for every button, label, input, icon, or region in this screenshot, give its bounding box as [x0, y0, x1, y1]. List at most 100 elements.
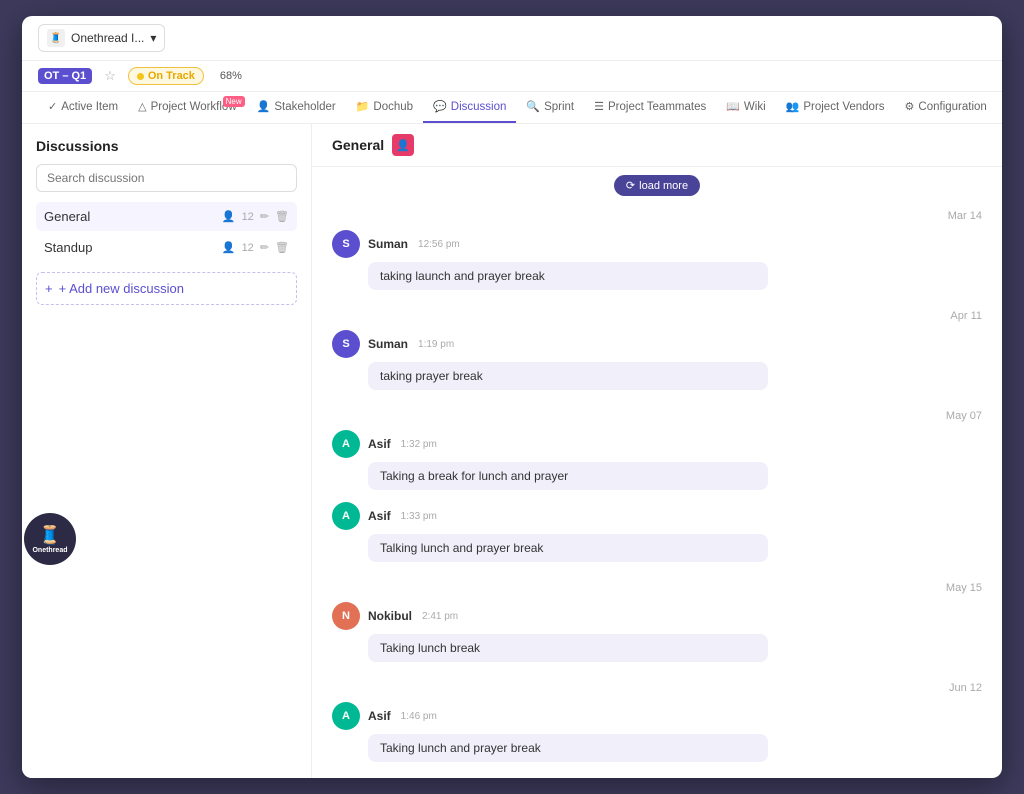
avatar-suman-2: S [332, 330, 360, 358]
edit-icon[interactable]: ✏ [260, 210, 269, 223]
people-icon: 👤 [222, 210, 236, 223]
avatar-nokibul-1: N [332, 602, 360, 630]
load-more-label: load more [639, 180, 688, 192]
date-separator-apr11: Apr 11 [950, 302, 982, 326]
delete-icon-2[interactable]: 🗑 [275, 241, 289, 254]
message-group-5: N Nokibul 2:41 pm Taking lunch break [332, 602, 982, 662]
check-icon: ✓ [48, 100, 57, 113]
load-icon: ⟳ [626, 179, 635, 192]
message-group-4: A Asif 1:33 pm Talking lunch and prayer … [332, 502, 982, 562]
discussion-item-general[interactable]: General 👤 12 ✏ 🗑 [36, 202, 297, 231]
tab-sprint[interactable]: 🔍 Sprint [516, 92, 584, 123]
dochub-icon: 📁 [356, 100, 370, 113]
chat-action-icon: 👤 [396, 139, 410, 152]
workspace-name: Onethread I... [71, 31, 144, 45]
tab-discussion-label: Discussion [451, 101, 507, 113]
status-text: On Track [148, 70, 195, 82]
date-separator-may15: May 15 [946, 574, 982, 598]
tab-configuration-label: Configuration [918, 101, 986, 113]
message-time-6: 1:46 pm [401, 711, 437, 722]
tab-dochub-label: Dochub [373, 101, 413, 113]
chat-header: General 👤 [312, 124, 1002, 167]
chat-title: General [332, 137, 384, 153]
message-sender-1: S Suman 12:56 pm [332, 230, 982, 258]
tab-project-vendors-label: Project Vendors [803, 101, 884, 113]
progress-text: 68% [220, 70, 242, 82]
wiki-icon: 📖 [726, 100, 740, 113]
topbar: 🧵 Onethread I... ▾ [22, 16, 1002, 61]
tab-stakeholder-label: Stakeholder [274, 101, 335, 113]
message-group-1: S Suman 12:56 pm taking launch and praye… [332, 230, 982, 290]
add-discussion-button[interactable]: + + Add new discussion [36, 272, 297, 305]
discussion-list: General 👤 12 ✏ 🗑 Standup 👤 12 ✏ 🗑 [36, 202, 297, 262]
message-group-2: S Suman 1:19 pm taking prayer break [332, 330, 982, 390]
tab-dochub[interactable]: 📁 Dochub [346, 92, 423, 123]
sender-name-2: Suman [368, 337, 408, 351]
discussion-icon: 💬 [433, 100, 447, 113]
tab-stakeholder[interactable]: 👤 Stakeholder [247, 92, 346, 123]
date-separator-mar14: Mar 14 [948, 202, 982, 226]
search-input[interactable] [36, 164, 297, 192]
add-discussion-label: + Add new discussion [59, 281, 184, 296]
app-window: 🧵 Onethread I... ▾ OT – Q1 ☆ On Track 68… [22, 16, 1002, 778]
general-member-count: 12 [242, 211, 254, 223]
chat-messages: ⟳ load more Mar 14 S Suman 12:56 pm taki… [312, 167, 1002, 778]
sidebar-title: Discussions [36, 138, 297, 154]
tab-project-workflow[interactable]: △ Project Workflow New [128, 92, 247, 123]
message-bubble-1: taking launch and prayer break [368, 262, 768, 290]
config-icon: ⚙ [905, 100, 915, 113]
message-time-1: 12:56 pm [418, 239, 460, 250]
message-bubble-6: Taking lunch and prayer break [368, 734, 768, 762]
load-more-button[interactable]: ⟳ load more [614, 175, 700, 196]
stakeholder-icon: 👤 [257, 100, 271, 113]
sender-name-3: Asif [368, 437, 391, 451]
standup-member-count: 12 [242, 242, 254, 254]
avatar-suman-1: S [332, 230, 360, 258]
message-time-3: 1:32 pm [401, 439, 437, 450]
workspace-icon: 🧵 [47, 29, 65, 47]
date-separator-jun12: Jun 12 [949, 674, 982, 698]
message-sender-6: A Asif 1:46 pm [332, 702, 982, 730]
chat-action-button[interactable]: 👤 [392, 134, 414, 156]
people-icon-2: 👤 [222, 241, 236, 254]
tab-sprint-label: Sprint [544, 101, 574, 113]
message-group-3: A Asif 1:32 pm Taking a break for lunch … [332, 430, 982, 490]
discussion-standup-meta: 👤 12 ✏ 🗑 [222, 241, 289, 254]
main-content: Discussions General 👤 12 ✏ 🗑 Standup 👤 [22, 124, 1002, 778]
tab-project-vendors[interactable]: 👥 Project Vendors [776, 92, 895, 123]
tab-discussion[interactable]: 💬 Discussion [423, 92, 516, 123]
project-id: OT – Q1 [38, 68, 92, 84]
status-dot [137, 73, 144, 80]
logo-icon: 🧵 [39, 525, 61, 546]
edit-icon-2[interactable]: ✏ [260, 241, 269, 254]
tab-wiki[interactable]: 📖 Wiki [716, 92, 775, 123]
tab-active-item-label: Active Item [61, 101, 118, 113]
navtabs: ✓ Active Item △ Project Workflow New 👤 S… [22, 92, 1002, 124]
workspace-selector[interactable]: 🧵 Onethread I... ▾ [38, 24, 165, 52]
chat-area: General 👤 ⟳ load more Mar 14 S Suman [312, 124, 1002, 778]
logo-badge[interactable]: 🧵 Onethread [24, 513, 76, 565]
discussion-general-meta: 👤 12 ✏ 🗑 [222, 210, 289, 223]
delete-icon[interactable]: 🗑 [275, 210, 289, 223]
sender-name-5: Nokibul [368, 609, 412, 623]
tab-project-teammates-label: Project Teammates [608, 101, 706, 113]
add-icon: + [45, 281, 53, 296]
discussion-general-label: General [44, 209, 90, 224]
new-badge: New [223, 96, 245, 107]
discussion-item-standup[interactable]: Standup 👤 12 ✏ 🗑 [36, 233, 297, 262]
avatar-asif-1: A [332, 430, 360, 458]
teammates-icon: ☰ [594, 100, 604, 113]
tab-project-teammates[interactable]: ☰ Project Teammates [584, 92, 716, 123]
tab-wiki-label: Wiki [744, 101, 766, 113]
tab-configuration[interactable]: ⚙ Configuration [895, 92, 997, 123]
sender-name-1: Suman [368, 237, 408, 251]
message-bubble-2: taking prayer break [368, 362, 768, 390]
sidebar: Discussions General 👤 12 ✏ 🗑 Standup 👤 [22, 124, 312, 778]
avatar-asif-3: A [332, 702, 360, 730]
logo-label: Onethread [32, 547, 67, 554]
star-icon[interactable]: ☆ [104, 68, 116, 84]
tab-active-item[interactable]: ✓ Active Item [38, 92, 128, 123]
message-time-4: 1:33 pm [401, 511, 437, 522]
message-sender-4: A Asif 1:33 pm [332, 502, 982, 530]
message-group-6: A Asif 1:46 pm Taking lunch and prayer b… [332, 702, 982, 762]
